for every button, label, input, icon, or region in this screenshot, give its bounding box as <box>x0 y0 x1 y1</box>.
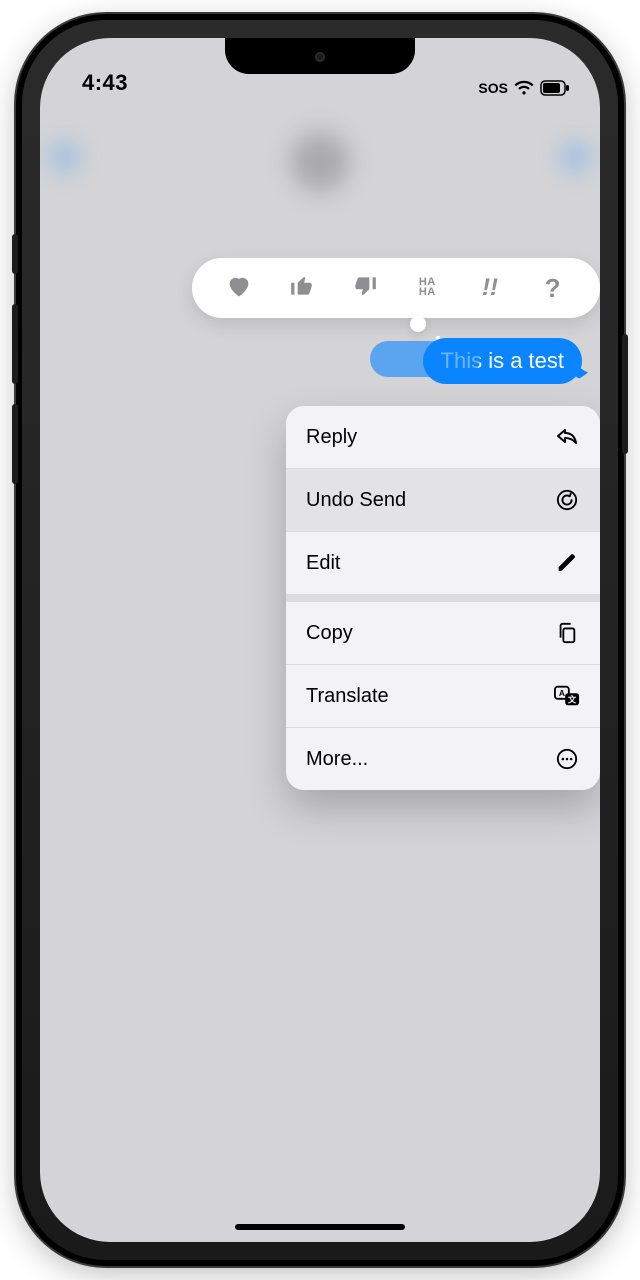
heart-icon <box>225 272 253 305</box>
notch <box>225 38 415 74</box>
previous-bubble-blur <box>370 341 480 377</box>
power-button <box>622 334 628 454</box>
menu-copy-label: Copy <box>306 622 353 645</box>
tapback-question[interactable]: ? <box>533 268 573 308</box>
tapback-heart[interactable] <box>219 268 259 308</box>
battery-icon <box>540 80 570 96</box>
menu-undo-send-label: Undo Send <box>306 489 406 512</box>
menu-reply-label: Reply <box>306 426 357 449</box>
menu-more[interactable]: More... <box>286 727 600 790</box>
thumbs-up-icon <box>289 273 315 304</box>
ellipsis-circle-icon <box>554 746 580 772</box>
menu-edit-label: Edit <box>306 552 340 575</box>
menu-edit[interactable]: Edit <box>286 531 600 594</box>
tapback-bar: HA HA !! ? <box>192 258 600 318</box>
volume-down-button <box>12 404 18 484</box>
menu-reply[interactable]: Reply <box>286 406 600 468</box>
tapback-thumbs-down[interactable] <box>345 268 385 308</box>
wifi-icon <box>514 80 534 96</box>
screen: 4:43 SOS <box>40 38 600 1242</box>
phone-frame: 4:43 SOS <box>16 14 624 1266</box>
svg-text:A: A <box>559 688 565 698</box>
home-indicator[interactable] <box>235 1224 405 1230</box>
status-sos-label: SOS <box>478 80 508 96</box>
menu-copy[interactable]: Copy <box>286 602 600 664</box>
status-time: 4:43 <box>82 70 128 96</box>
volume-up-button <box>12 304 18 384</box>
question-icon: ? <box>545 273 561 304</box>
message-context-menu: Reply Undo Send Edit <box>286 406 600 790</box>
tapback-thumbs-up[interactable] <box>282 268 322 308</box>
undo-icon <box>554 487 580 513</box>
tapback-exclaim[interactable]: !! <box>470 268 510 308</box>
tapback-tail <box>410 316 426 332</box>
exclaim-icon: !! <box>482 274 498 302</box>
menu-translate-label: Translate <box>306 685 389 708</box>
tapback-haha[interactable]: HA HA <box>407 268 447 308</box>
thumbs-down-icon <box>352 273 378 304</box>
copy-icon <box>554 620 580 646</box>
menu-undo-send[interactable]: Undo Send <box>286 468 600 531</box>
menu-more-label: More... <box>306 748 368 771</box>
svg-text:文: 文 <box>568 695 577 705</box>
mute-switch <box>12 234 18 274</box>
pencil-icon <box>554 550 580 576</box>
reply-arrow-icon <box>554 424 580 450</box>
translate-icon: A文 <box>554 683 580 709</box>
menu-translate[interactable]: Translate A文 <box>286 664 600 727</box>
